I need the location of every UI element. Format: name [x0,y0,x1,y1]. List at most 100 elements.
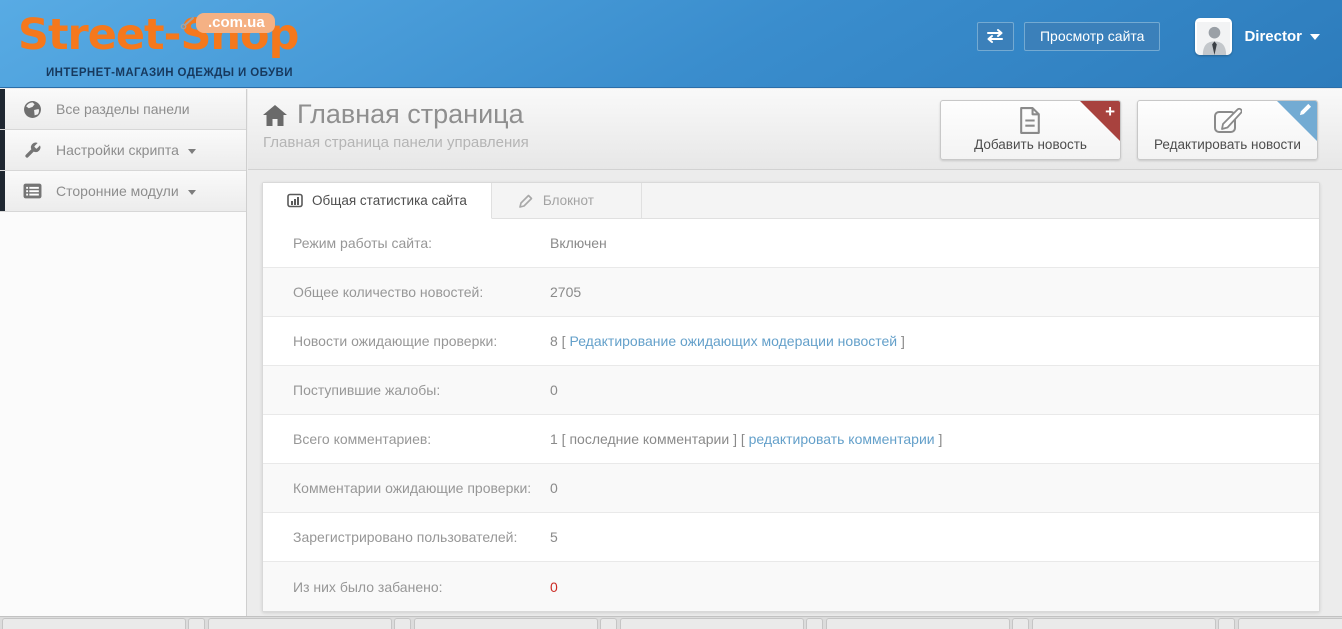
footer-widget-box [826,618,1010,629]
user-menu[interactable]: Director [1244,28,1320,45]
add-news-label: Добавить новость [974,137,1087,152]
person-photo-icon [1197,21,1231,55]
tab-bar: Общая статистика сайта Блокнот [263,183,1319,219]
table-row: Общее количество новостей: 2705 [263,268,1319,317]
stat-value: 2705 [550,284,581,300]
footer-widget-box-small [600,618,617,629]
sidebar-item-script-settings[interactable]: Настройки скрипта [0,130,246,171]
stat-value-text: 0 [550,578,558,595]
bar-chart-icon [287,193,303,208]
logo[interactable]: Street-Shop .com.ua ИНТЕРНЕТ-МАГАЗИН ОДЕ… [18,4,308,86]
table-row: Новости ожидающие проверки: 8 [ Редактир… [263,317,1319,366]
stat-label: Всего комментариев: [293,431,432,447]
stat-value-text: 1 [ [550,431,570,447]
list-icon [22,181,42,201]
stat-value-text: ] [934,431,943,447]
user-name: Director [1244,27,1302,45]
table-row: Зарегистрировано пользователей: 5 [263,513,1319,562]
view-site-button[interactable]: Просмотр сайта [1023,21,1161,51]
table-row: Из них было забанено: 0 [263,562,1319,611]
stat-value: 0 [550,480,558,496]
page-header: Главная страница Главная страница панели… [248,89,1342,170]
pin-icon [180,16,196,30]
footer-widget-box [2,618,186,629]
footer-widget-box [414,618,598,629]
page-subtitle: Главная страница панели управления [263,134,529,151]
stat-link[interactable]: Редактирование ожидающих модерации новос… [569,333,897,349]
stat-link[interactable]: последние комментарии [569,431,729,447]
stat-link[interactable]: редактировать комментарии [749,431,935,447]
footer-widget-box-small [1218,618,1235,629]
stat-value: Включен [550,235,607,251]
table-row: Всего комментариев: 1 [ последние коммен… [263,415,1319,464]
footer-widget-box-small [1012,618,1029,629]
sidebar-item-label: Все разделы панели [56,101,190,117]
plus-icon: + [1105,102,1115,121]
sidebar: Все разделы панели Настройки скрипта Сто… [0,89,247,616]
wrench-icon [22,140,42,160]
footer-widget-strip [0,616,1342,629]
toggle-panel-button[interactable] [976,21,1014,51]
document-icon [1018,106,1043,135]
table-row: Комментарии ожидающие проверки: 0 [263,464,1319,513]
stat-value-text: Включен [550,235,607,251]
stats-table: Режим работы сайта: Включен Общее количе… [263,219,1319,611]
logo-tagline: ИНТЕРНЕТ-МАГАЗИН ОДЕЖДЫ И ОБУВИ [46,67,293,79]
footer-widget-box-small [394,618,411,629]
edit-icon [1213,106,1242,134]
footer-widget-box-small [188,618,205,629]
footer-widget-box-small [806,618,823,629]
table-row: Режим работы сайта: Включен [263,219,1319,268]
footer-widget-box [1032,618,1216,629]
stat-value-text: 0 [550,480,558,496]
stat-value: 5 [550,529,558,545]
stat-label: Поступившие жалобы: [293,382,441,398]
stats-panel: Общая статистика сайта Блокнот Режим раб… [262,182,1320,612]
title-block: Главная страница Главная страница панели… [263,99,529,151]
stat-value-text: ] [ [729,431,749,447]
ribbon-pencil [1277,101,1317,141]
stat-value-text: 8 [ [550,333,570,349]
stat-value-text: 5 [550,529,558,545]
domain-badge: .com.ua [180,13,275,33]
stat-label: Общее количество новостей: [293,284,484,300]
tab-notepad[interactable]: Блокнот [492,183,642,218]
swap-arrows-icon [985,29,1005,43]
add-news-button[interactable]: + Добавить новость [940,100,1121,160]
page-title-text: Главная страница [297,99,524,129]
stat-value-text: 2705 [550,284,582,300]
page-actions: + Добавить новость Редактировать новости [940,100,1318,160]
stat-label: Режим работы сайта: [293,235,433,251]
stat-label: Из них было забанено: [293,578,443,595]
admin-dashboard: Street-Shop .com.ua ИНТЕРНЕТ-МАГАЗИН ОДЕ… [0,0,1342,629]
page-title: Главная страница [263,99,529,130]
ribbon-plus: + [1080,101,1120,141]
chevron-down-icon [187,189,196,195]
stat-value: 8 [ Редактирование ожидающих модерации н… [550,333,905,349]
app-header: Street-Shop .com.ua ИНТЕРНЕТ-МАГАЗИН ОДЕ… [0,0,1342,88]
footer-widget-box [208,618,392,629]
globe-icon [22,99,42,119]
pencil-icon [1299,103,1312,116]
tab-notepad-label: Блокнот [542,193,594,208]
sidebar-item-all-sections[interactable]: Все разделы панели [0,89,246,130]
domain-badge-label: .com.ua [208,14,265,31]
tab-site-stats-label: Общая статистика сайта [312,193,467,208]
avatar[interactable] [1195,17,1233,55]
edit-news-button[interactable]: Редактировать новости [1137,100,1318,160]
stat-value: 0 [550,579,558,595]
stat-label: Зарегистрировано пользователей: [293,529,518,545]
stat-value: 0 [550,382,558,398]
tab-site-stats[interactable]: Общая статистика сайта [263,183,492,219]
sidebar-item-label: Настройки скрипта [56,142,179,158]
stat-value: 1 [ последние комментарии ] [ редактиров… [550,431,942,447]
sidebar-item-third-party-modules[interactable]: Сторонние модули [0,171,246,212]
pencil-icon [518,193,534,209]
stat-label: Комментарии ожидающие проверки: [293,480,532,496]
footer-widget-box [620,618,804,629]
home-icon [263,104,287,127]
header-controls: Просмотр сайта Director [976,16,1320,56]
sidebar-item-label: Сторонние модули [56,183,179,199]
stat-value-text: ] [897,333,905,349]
stat-value-text: 0 [550,382,558,398]
